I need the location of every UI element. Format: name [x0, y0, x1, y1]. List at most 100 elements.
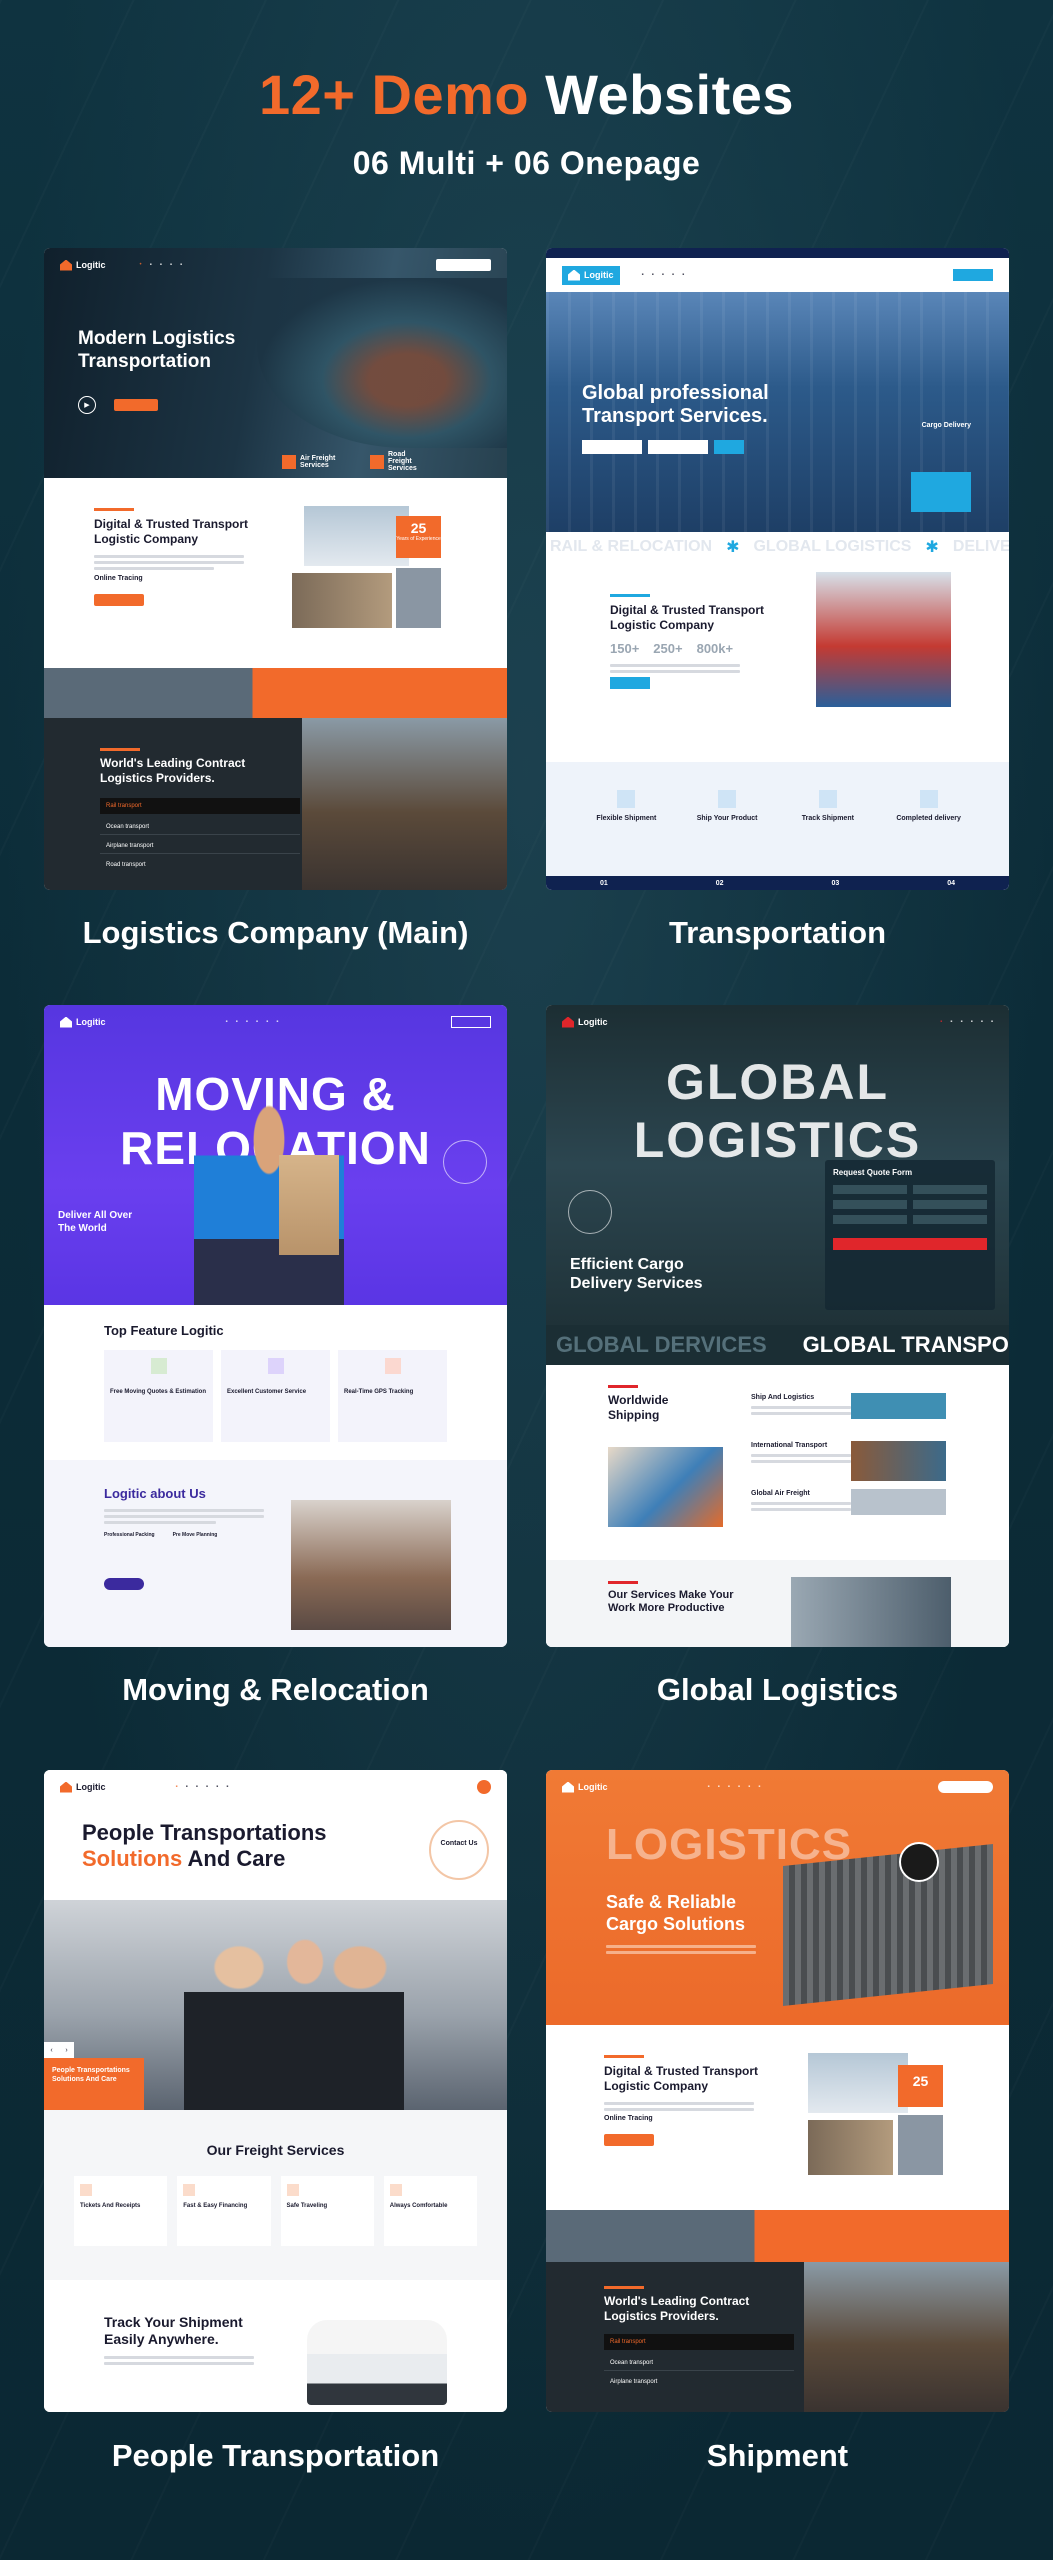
list-item: Rail transport	[604, 2334, 794, 2350]
train-image	[302, 718, 507, 890]
demo-hero: Global professional Transport Services. …	[546, 292, 1009, 532]
logo-icon	[562, 1016, 574, 1028]
demo-about-section: Logitic about Us Professional Packing Pr…	[44, 1460, 507, 1647]
demo-caption[interactable]: Moving & Relocation	[44, 1672, 507, 1708]
slider-arrows: ‹ ›	[44, 2042, 74, 2058]
boxes-image	[279, 1155, 339, 1255]
demo-dark-section: World's Leading Contract Logistics Provi…	[44, 718, 507, 890]
train-image	[804, 2262, 1009, 2412]
team-image	[791, 1577, 951, 1647]
demo-card-global-logistics[interactable]: Logitic ▪ ▪ ▪ ▪ ▪ ▪ GLOBAL LOGISTICS Efficien…	[546, 1005, 1009, 1647]
demo-section-title: Digital & Trusted Transport Logistic Com…	[610, 603, 765, 632]
quote-input	[582, 440, 642, 454]
demo-hero: Logitic ▪ ▪ ▪ ▪ ▪ ▪ GLOBAL LOGISTICS Efficien…	[546, 1005, 1009, 1325]
form-field	[833, 1215, 907, 1224]
couple-image	[291, 1500, 451, 1630]
demo-card-logistics-company[interactable]: Logitic • ▪ ▪ ▪ ▪ Modern Logistics Transport…	[44, 248, 507, 890]
demo-hero-big-text: GLOBAL LOGISTICS	[633, 1054, 922, 1168]
demo-hero-features: Air Freight Services Road Freight Servic…	[282, 451, 428, 472]
demo-strip: GLOBAL DERVICES GLOBAL TRANSPO	[546, 1325, 1009, 1365]
demo-nav: Logitic ▪ ▪ ▪ ▪ ▪	[546, 258, 1009, 292]
product-icon	[718, 790, 737, 808]
demo-card-moving-relocation[interactable]: Logitic ▪▪▪▪▪▪ MOVING & RELOCATION Deliv…	[44, 1005, 507, 1647]
demo-caption[interactable]: People Transportation	[44, 2438, 507, 2474]
demo-topbar	[546, 248, 1009, 258]
experience-badge: 25	[898, 2065, 943, 2107]
demo-card-shipment[interactable]: Logitic ▪ ▪ ▪ ▪ ▪ ▪ LOGISTICS Safe & Reliable…	[546, 1770, 1009, 2412]
demo-section-title: Digital & Trusted Transport Logistic Com…	[604, 2064, 759, 2093]
service-card: Always Comfortable	[383, 2176, 477, 2246]
demo-steps: 01 02 03 04	[546, 876, 1009, 890]
demo-about-button	[604, 2133, 654, 2146]
comfort-icon	[389, 2184, 402, 2196]
form-field	[833, 1200, 907, 1209]
demo-quote-button	[451, 1016, 491, 1028]
demo-card-people-transportation[interactable]: Logitic ▪ ▪ ▪ ▪ ▪ ▪ People Transportations So…	[44, 1770, 507, 2412]
form-field	[833, 1185, 907, 1194]
arrow-right-icon: ›	[65, 2046, 68, 2054]
service-card: Tickets And Receipts	[74, 2176, 168, 2246]
demo-caption[interactable]: Logistics Company (Main)	[44, 915, 507, 951]
warehouse-image	[292, 573, 392, 628]
demo-logo: Logitic	[562, 1016, 608, 1028]
rotating-badge-icon	[899, 1842, 939, 1882]
logo-icon	[562, 1781, 574, 1793]
demo-orange-band	[44, 668, 507, 718]
list-item: Ocean transport	[100, 820, 300, 835]
shipping-image	[608, 1447, 723, 1527]
container-image	[783, 1843, 993, 2007]
list-item: Road transport	[106, 862, 146, 868]
truck-image	[396, 568, 441, 628]
quote-form: Request Quote Form	[825, 1160, 995, 1310]
gps-icon	[384, 1358, 401, 1374]
delivery-icon	[919, 790, 938, 808]
page-title: 12+ Demo Websites	[0, 62, 1053, 127]
demo-about-title: Logitic about Us	[104, 1486, 206, 1501]
demo-services-section: Worldwide Shipping Ship And Logistics In…	[546, 1365, 1009, 1647]
quote-icon	[150, 1358, 167, 1374]
demo-nav: Logitic • ▪ ▪ ▪ ▪	[44, 248, 507, 282]
demo-features: Flexible Shipment Ship Your Product Trac…	[546, 762, 1009, 890]
transport-list: Rail transport Ocean transport Airplane …	[604, 2334, 794, 2389]
demo-logo: Logitic	[60, 1016, 106, 1028]
demo-caption[interactable]: Global Logistics	[546, 1672, 1009, 1708]
demo-about-button	[94, 593, 144, 606]
demo-bottom-title: Our Services Make Your Work More Product…	[608, 1589, 734, 1615]
rotating-badge-icon	[443, 1140, 487, 1184]
list-item: Airplane transport	[100, 839, 300, 854]
demo-hero-sub: Deliver All Over The World	[58, 1210, 133, 1234]
demo-hero-title: Modern Logistics Transportation	[78, 328, 236, 372]
quote-form-title: Request Quote Form	[833, 1168, 913, 1177]
demo-dark-title: World's Leading Contract Logistics Provi…	[100, 756, 246, 785]
demo-quote-button	[436, 259, 491, 271]
demo-nav-links: ▪ ▪ ▪ ▪ ▪ ▪	[707, 1784, 761, 1790]
demo-card-transportation[interactable]: Logitic ▪ ▪ ▪ ▪ ▪ Global professional Transp…	[546, 248, 1009, 890]
shipment-icon	[617, 790, 636, 808]
service-card: Fast & Easy Financing	[177, 2176, 271, 2246]
demo-about-section: Digital & Trusted Transport Logistic Com…	[546, 562, 1009, 762]
transport-list: Rail transport Ocean transport Airplane …	[100, 798, 300, 872]
demo-hero-sub: Efficient Cargo Delivery Services	[570, 1256, 703, 1293]
feature-card: Free Moving Quotes & Estimation	[104, 1350, 213, 1442]
demo-caption[interactable]: Transportation	[546, 915, 1009, 951]
demo-nav-links: ▪ ▪ ▪ ▪ ▪ ▪	[175, 1784, 229, 1790]
title-rest: Websites	[545, 63, 795, 126]
demo-services-title: Our Freight Services	[206, 2142, 345, 2158]
form-field	[913, 1185, 987, 1194]
cargo-card-label: Cargo Delivery	[921, 422, 971, 429]
demo-nav: Logitic ▪ ▪ ▪ ▪ ▪ ▪	[44, 1005, 507, 1039]
list-item: Ocean transport	[604, 2356, 794, 2371]
demo-nav: Logitic ▪ ▪ ▪ ▪ ▪ ▪	[44, 1770, 507, 1804]
demo-caption[interactable]: Shipment	[546, 2438, 1009, 2474]
demo-nav: Logitic ▪ ▪ ▪ ▪ ▪ ▪	[546, 1005, 1009, 1039]
photo-tag: People Transportations Solutions And Car…	[44, 2058, 144, 2110]
demo-nav: Logitic ▪ ▪ ▪ ▪ ▪ ▪	[546, 1770, 1009, 1804]
logo-icon	[568, 269, 580, 281]
demo-logo: Logitic	[562, 265, 620, 285]
ticket-icon	[80, 2184, 92, 2196]
service-icon	[267, 1358, 284, 1374]
logo-icon	[60, 259, 72, 271]
list-item: Airplane transport	[610, 2379, 658, 2385]
arrow-left-icon: ‹	[50, 2046, 53, 2054]
page-header: 12+ Demo Websites 06 Multi + 06 Onepage	[0, 62, 1053, 182]
